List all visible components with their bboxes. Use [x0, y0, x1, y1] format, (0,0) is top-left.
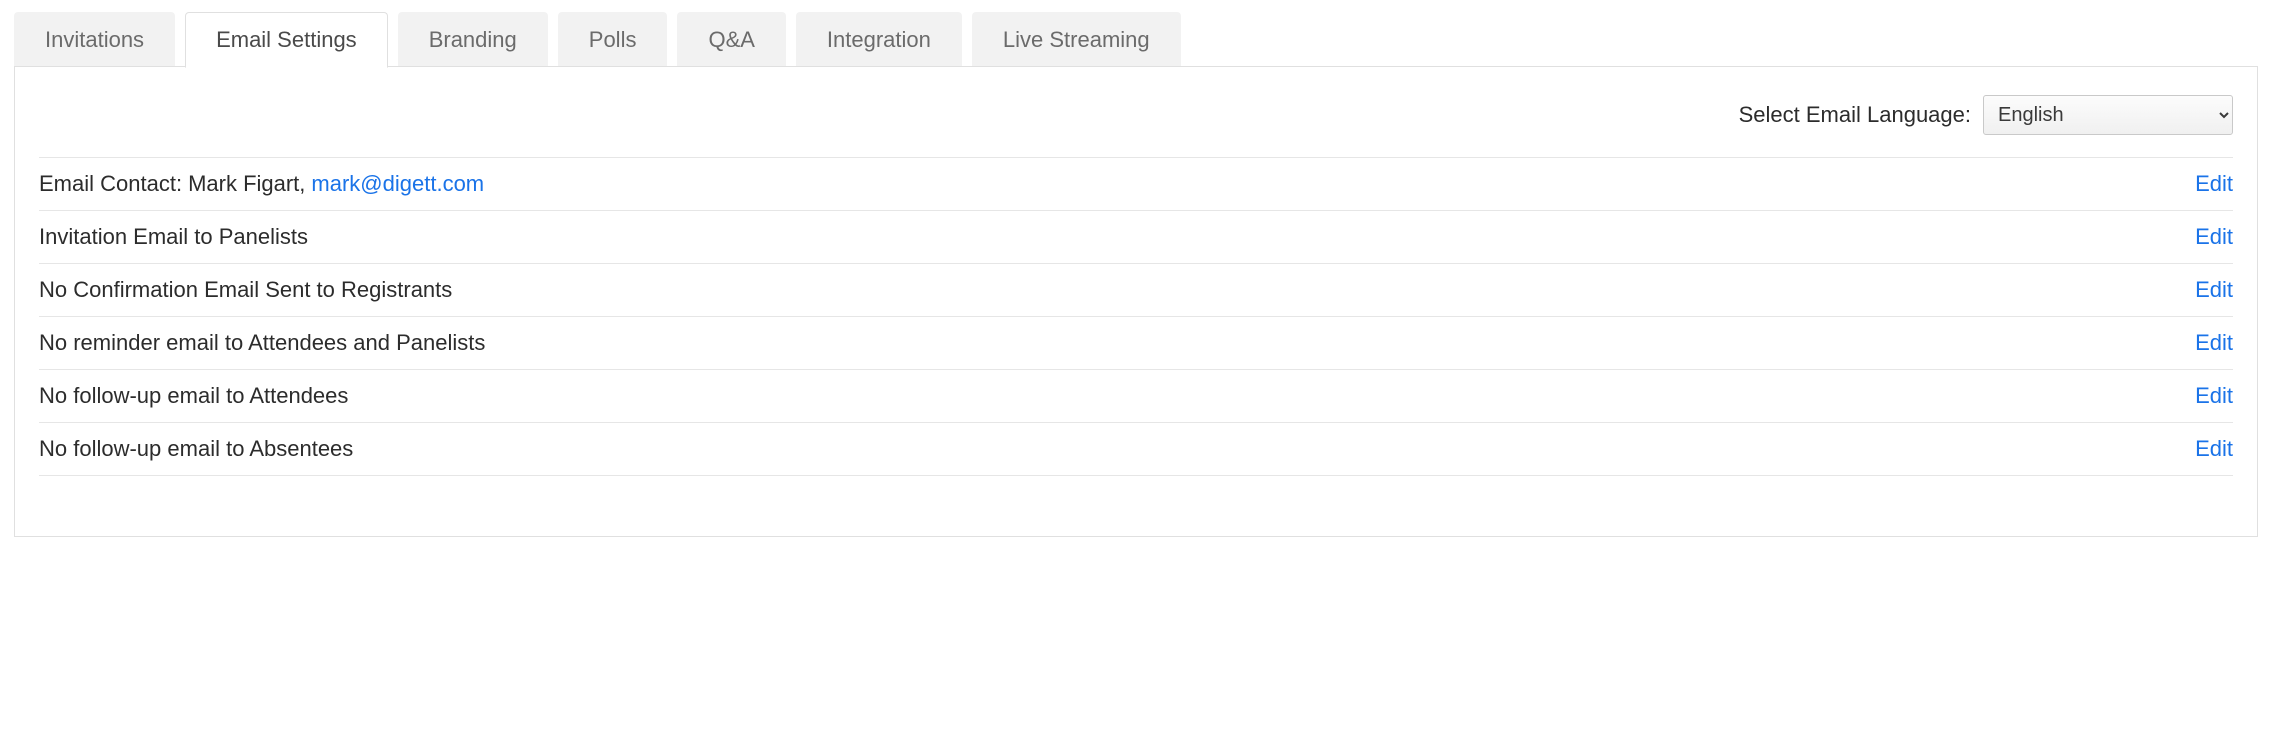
row-label: Invitation Email to Panelists [39, 224, 308, 250]
email-contact-prefix: Email Contact: [39, 171, 182, 197]
tab-live-streaming[interactable]: Live Streaming [972, 12, 1181, 67]
row-label: No follow-up email to Absentees [39, 436, 353, 462]
row-email-contact: Email Contact: Mark Figart, mark@digett.… [39, 157, 2233, 210]
language-label: Select Email Language: [1739, 102, 1971, 128]
language-select[interactable]: English [1983, 95, 2233, 135]
tab-bar: Invitations Email Settings Branding Poll… [14, 12, 2258, 67]
row-label: No reminder email to Attendees and Panel… [39, 330, 485, 356]
tab-branding[interactable]: Branding [398, 12, 548, 67]
edit-reminder-attendees-panelists[interactable]: Edit [2195, 330, 2233, 356]
language-row: Select Email Language: English [15, 87, 2257, 157]
edit-email-contact[interactable]: Edit [2195, 171, 2233, 197]
tab-polls[interactable]: Polls [558, 12, 668, 67]
row-confirmation-registrants: No Confirmation Email Sent to Registrant… [39, 263, 2233, 316]
tab-integration[interactable]: Integration [796, 12, 962, 67]
email-contact-name: Mark Figart, [188, 171, 305, 197]
settings-panel: Select Email Language: English Email Con… [14, 66, 2258, 537]
row-reminder-attendees-panelists: No reminder email to Attendees and Panel… [39, 316, 2233, 369]
tab-qa[interactable]: Q&A [677, 12, 785, 67]
row-followup-absentees: No follow-up email to Absentees Edit [39, 422, 2233, 476]
row-label: No follow-up email to Attendees [39, 383, 348, 409]
edit-confirmation-registrants[interactable]: Edit [2195, 277, 2233, 303]
tab-email-settings[interactable]: Email Settings [185, 12, 388, 68]
email-contact-label: Email Contact: Mark Figart, mark@digett.… [39, 171, 484, 197]
row-invitation-panelists: Invitation Email to Panelists Edit [39, 210, 2233, 263]
edit-invitation-panelists[interactable]: Edit [2195, 224, 2233, 250]
email-contact-link[interactable]: mark@digett.com [311, 171, 484, 197]
edit-followup-attendees[interactable]: Edit [2195, 383, 2233, 409]
edit-followup-absentees[interactable]: Edit [2195, 436, 2233, 462]
tab-invitations[interactable]: Invitations [14, 12, 175, 67]
row-label: No Confirmation Email Sent to Registrant… [39, 277, 452, 303]
row-followup-attendees: No follow-up email to Attendees Edit [39, 369, 2233, 422]
